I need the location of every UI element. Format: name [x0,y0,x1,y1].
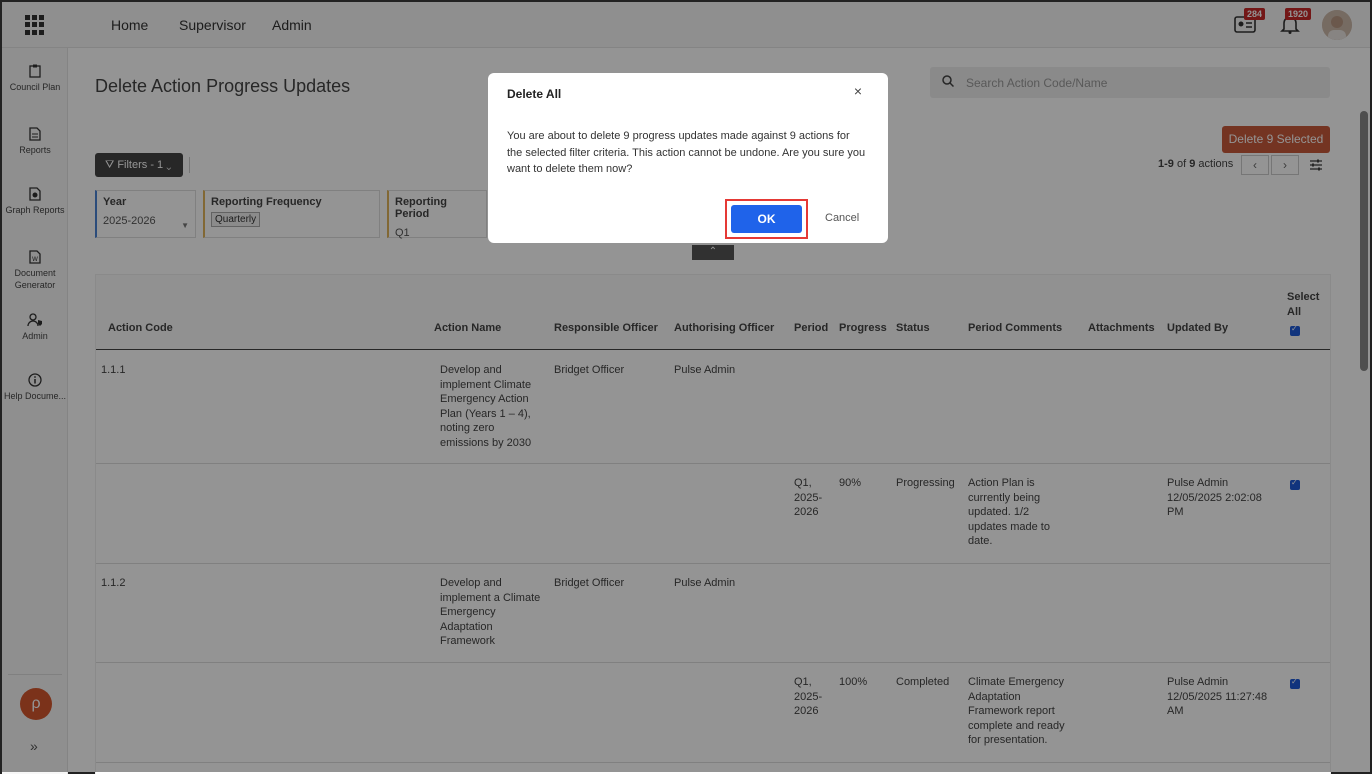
close-icon[interactable]: × [854,83,862,99]
ok-button[interactable]: OK [731,205,802,233]
dialog-title: Delete All [507,87,562,101]
delete-all-dialog: Delete All × You are about to delete 9 p… [488,73,888,243]
cancel-button[interactable]: Cancel [825,212,859,224]
dialog-message: You are about to delete 9 progress updat… [507,130,866,175]
